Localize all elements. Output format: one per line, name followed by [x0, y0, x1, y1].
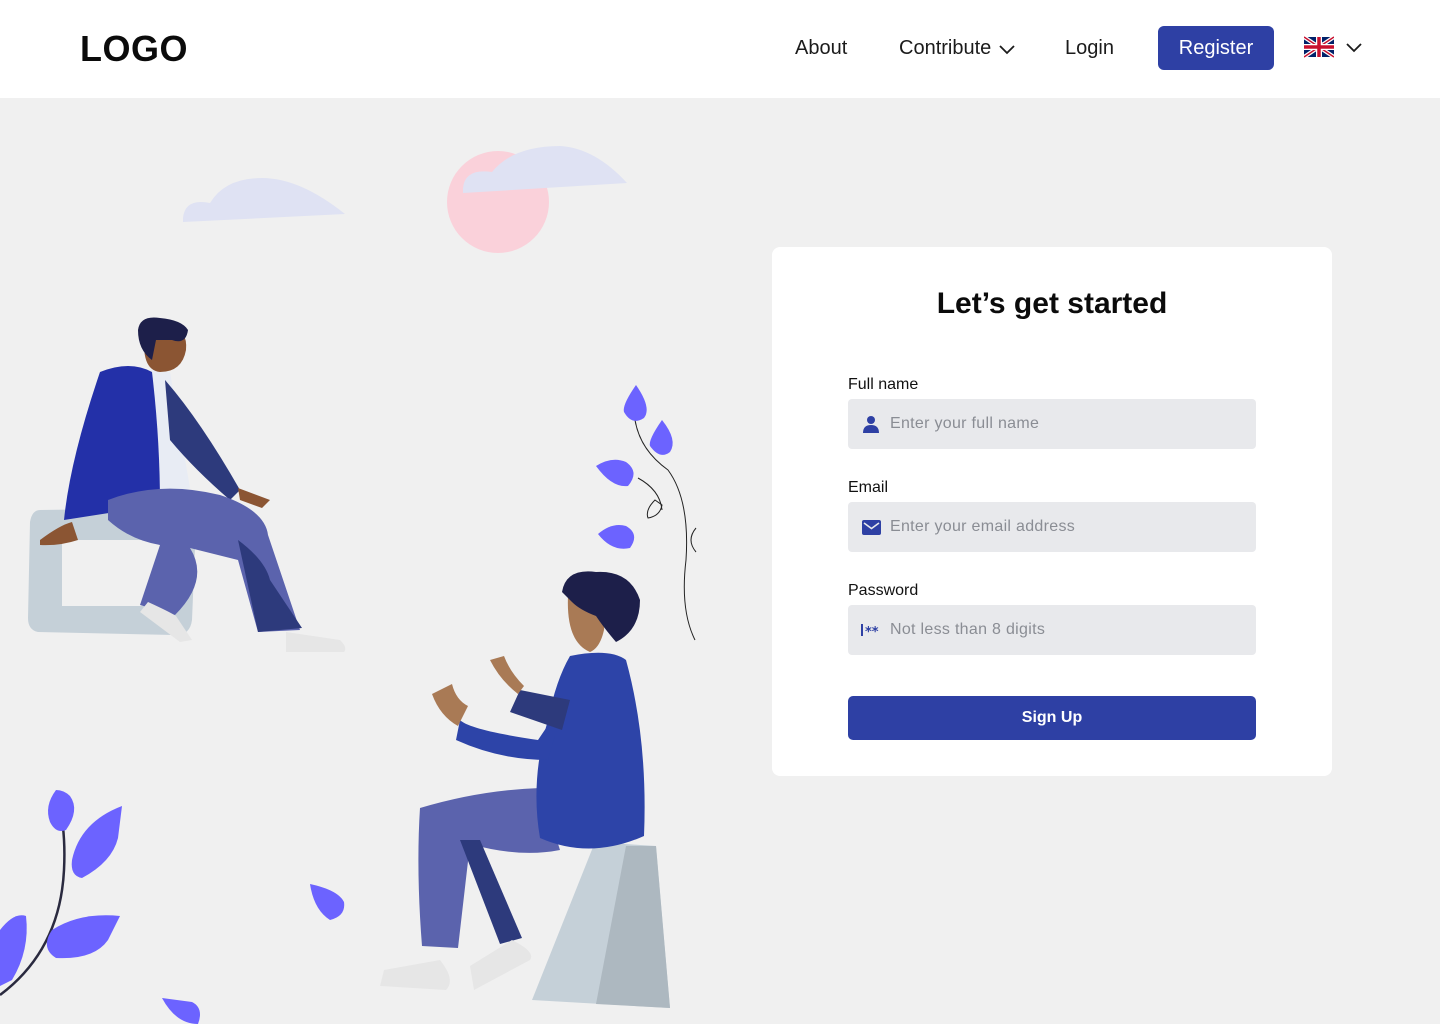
uk-flag-icon: [1304, 36, 1334, 58]
chevron-down-icon: [1346, 43, 1362, 53]
language-selector[interactable]: [1304, 36, 1364, 58]
full-name-label: Full name: [848, 376, 919, 393]
hero-illustration: [0, 146, 697, 1024]
email-field: [848, 502, 1256, 552]
password-field: **: [848, 605, 1256, 655]
cloud-left: [183, 178, 345, 222]
user-icon: [860, 413, 882, 435]
top-navbar: LOGO About Contribute Login Register: [0, 0, 1440, 98]
logo[interactable]: LOGO: [80, 28, 188, 70]
svg-text:**: **: [865, 625, 879, 637]
nav-login-link[interactable]: Login: [1065, 37, 1114, 60]
person-left: [28, 317, 346, 652]
password-label: Password: [848, 582, 919, 599]
full-name-field: [848, 399, 1256, 449]
sign-up-button[interactable]: Sign Up: [848, 696, 1256, 740]
signup-card: Let’s get started Full name Email Passwo…: [772, 247, 1332, 776]
email-input[interactable]: [890, 502, 1230, 552]
nav-contribute-label: Contribute: [899, 37, 992, 59]
password-input[interactable]: [890, 605, 1230, 655]
person-right: [380, 571, 670, 1008]
register-button[interactable]: Register: [1158, 26, 1274, 70]
mail-icon: [860, 516, 882, 538]
nav-about-link[interactable]: About: [795, 37, 847, 60]
form-title: Let’s get started: [936, 287, 1168, 320]
nav-contribute-dropdown[interactable]: Contribute: [899, 37, 1017, 60]
full-name-input[interactable]: [890, 399, 1230, 449]
chevron-down-icon: [999, 44, 1015, 54]
plant-leaves: [0, 790, 345, 1024]
password-icon: **: [860, 619, 882, 641]
email-label: Email: [848, 479, 889, 496]
